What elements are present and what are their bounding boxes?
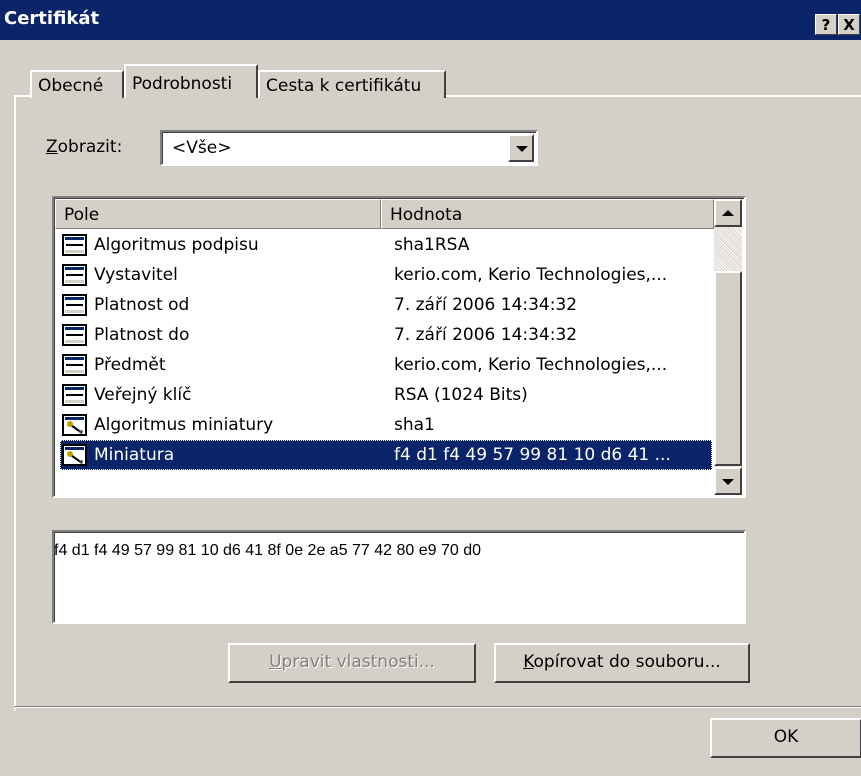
field-name: Vystavitel: [94, 265, 178, 285]
arrow-up-icon: [722, 210, 734, 216]
field-value: kerio.com, Kerio Technologies,...: [394, 265, 668, 285]
field-name: Platnost do: [94, 325, 190, 345]
list-item[interactable]: Algoritmus podpisu sha1RSA: [60, 230, 712, 260]
tab-details[interactable]: Podrobnosti: [124, 64, 258, 101]
field-name: Miniatura: [94, 445, 175, 465]
field-icon: [62, 323, 88, 347]
field-icon: [62, 353, 88, 377]
field-value: 7. září 2006 14:34:32: [394, 325, 578, 345]
field-value: RSA (1024 Bits): [394, 385, 528, 405]
edit-properties-button: Upravit vlastnosti...: [228, 643, 476, 683]
field-icon: [62, 233, 88, 257]
value-detail-box[interactable]: f4 d1 f4 49 57 99 81 10 d6 41 8f 0e 2e a…: [52, 530, 746, 624]
title-bar: [0, 0, 861, 40]
field-name: Platnost od: [94, 295, 190, 315]
list-item[interactable]: Algoritmus miniatury sha1: [60, 410, 712, 440]
show-combobox-value: <Vše>: [172, 138, 232, 158]
list-item[interactable]: Vystavitel kerio.com, Kerio Technologies,…: [60, 260, 712, 290]
scroll-thumb[interactable]: [714, 271, 742, 466]
divider: [14, 706, 861, 708]
tab-general[interactable]: Obecné: [30, 70, 124, 98]
show-dropdown-button[interactable]: [508, 134, 534, 162]
list-item[interactable]: Předmět kerio.com, Kerio Technologies,...: [60, 350, 712, 380]
field-name: Veřejný klíč: [94, 385, 192, 405]
scroll-up-button[interactable]: [714, 199, 742, 227]
field-value: sha1: [394, 415, 435, 435]
tab-certification-path[interactable]: Cesta k certifikátu: [258, 70, 446, 98]
scroll-down-button[interactable]: [714, 467, 742, 495]
column-header-value[interactable]: Hodnota: [381, 199, 714, 229]
field-icon: [62, 293, 88, 317]
column-header-field[interactable]: Pole: [55, 199, 381, 229]
field-icon: [62, 263, 88, 287]
fields-list[interactable]: Pole Hodnota Algoritmus podpisu sha1RSA Vy…: [52, 196, 746, 498]
property-icon: [62, 413, 88, 437]
window-title: Certifikát: [4, 8, 100, 29]
field-value: kerio.com, Kerio Technologies,...: [394, 355, 668, 375]
field-name: Předmět: [94, 355, 166, 375]
list-item[interactable]: Veřejný klíč RSA (1024 Bits): [60, 380, 712, 410]
ok-button[interactable]: OK: [710, 718, 861, 758]
field-name: Algoritmus podpisu: [94, 235, 259, 255]
vertical-scrollbar[interactable]: [714, 199, 742, 495]
chevron-down-icon: [516, 146, 528, 152]
copy-to-file-button[interactable]: Kopírovat do souboru...: [494, 643, 750, 683]
field-name: Algoritmus miniatury: [94, 415, 274, 435]
field-value: f4 d1 f4 49 57 99 81 10 d6 41 ...: [394, 445, 671, 465]
field-icon: [62, 383, 88, 407]
list-item[interactable]: Platnost do 7. září 2006 14:34:32: [60, 320, 712, 350]
field-value: sha1RSA: [394, 235, 470, 255]
field-value: 7. září 2006 14:34:32: [394, 295, 578, 315]
arrow-down-icon: [722, 479, 734, 485]
list-item[interactable]: Miniatura f4 d1 f4 49 57 99 81 10 d6 41 .…: [60, 440, 712, 470]
list-item[interactable]: Platnost od 7. září 2006 14:34:32: [60, 290, 712, 320]
help-button[interactable]: ?: [815, 14, 837, 35]
show-combobox[interactable]: <Vše>: [160, 130, 538, 166]
property-icon: [62, 443, 88, 467]
close-button[interactable]: X: [838, 14, 860, 35]
show-label: Zobrazit:: [46, 137, 123, 157]
